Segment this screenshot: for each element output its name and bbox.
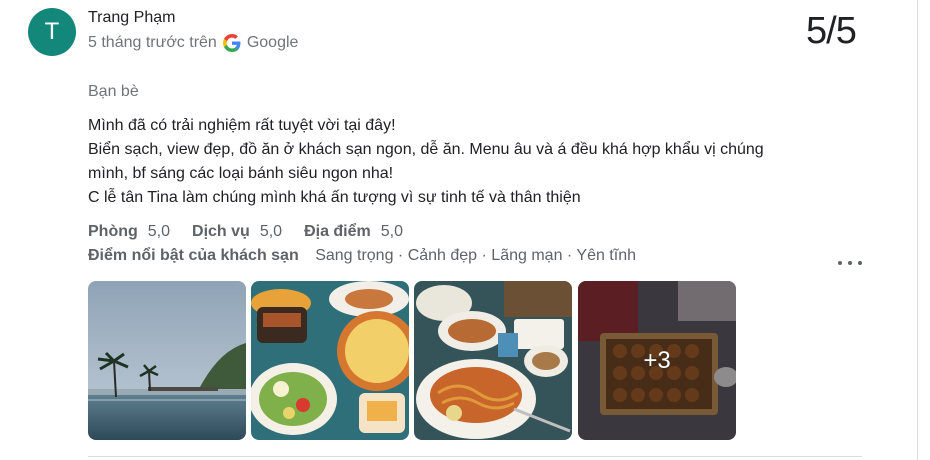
trip-type: Bạn bè xyxy=(88,83,139,100)
food-table-photo xyxy=(251,281,409,440)
review-time: 5 tháng trước trên xyxy=(88,34,217,51)
highlights-value: Sang trọng · Cảnh đẹp · Lãng mạn · Yên t… xyxy=(315,247,636,264)
review-meta: 5 tháng trước trên Google xyxy=(88,34,298,52)
rating-value-room: 5,0 xyxy=(147,223,171,240)
highlights-label: Điểm nổi bật của khách sạn xyxy=(88,247,299,264)
avatar-letter: T xyxy=(44,18,60,45)
more-options-icon[interactable] xyxy=(838,254,862,272)
rating-value-service: 5,0 xyxy=(259,223,283,240)
rating-value-location: 5,0 xyxy=(380,223,403,240)
more-photos-count[interactable]: +3 xyxy=(578,281,736,440)
rating-label-location: Địa điểm xyxy=(304,223,371,240)
review-text-line: Biển sạch, view đẹp, đồ ăn ở khách sạn n… xyxy=(88,141,764,158)
review-photo-2[interactable] xyxy=(251,281,409,440)
review-source: Google xyxy=(246,34,299,51)
avatar[interactable]: T xyxy=(28,8,76,56)
review-text-line: C lễ tân Tina làm chúng mình khá ấn tượn… xyxy=(88,189,581,206)
google-logo-icon xyxy=(222,34,241,52)
panel-border xyxy=(917,0,918,460)
spaghetti-photo xyxy=(414,281,572,440)
rating-label-room: Phòng xyxy=(88,223,138,240)
review-text-line: mình, bf sáng các loại bánh siêu ngon nh… xyxy=(88,165,394,182)
review-text-line: Mình đã có trải nghiệm rất tuyệt vời tại… xyxy=(88,117,396,134)
review-photo-3[interactable] xyxy=(414,281,572,440)
review-text: Mình đã có trải nghiệm rất tuyệt vời tại… xyxy=(88,114,828,210)
review-score: 5/5 xyxy=(806,10,857,52)
rating-label-service: Dịch vụ xyxy=(192,223,250,240)
beach-pool-photo xyxy=(88,281,246,440)
review-photo-1[interactable] xyxy=(88,281,246,440)
reviewer-name[interactable]: Trang Phạm xyxy=(88,9,175,27)
review-photo-4[interactable]: +3 xyxy=(578,281,736,440)
hotel-highlights: Điểm nổi bật của khách sạn Sang trọng · … xyxy=(88,247,636,265)
sub-ratings: Phòng 5,0 Dịch vụ 5,0 Địa điểm 5,0 xyxy=(88,223,425,241)
review-divider xyxy=(88,456,862,457)
